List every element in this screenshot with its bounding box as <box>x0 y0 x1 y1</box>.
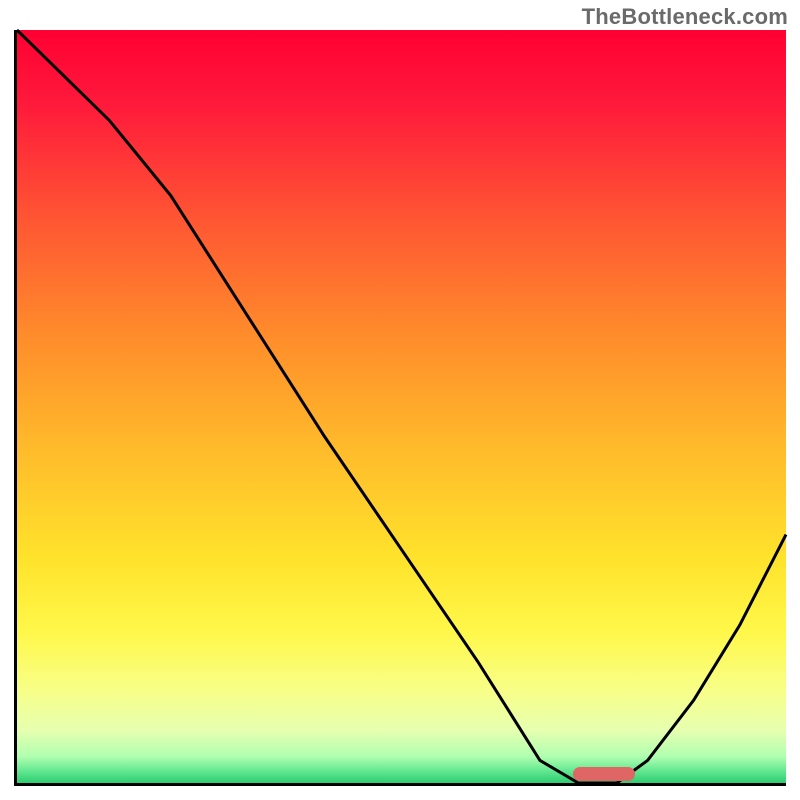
optimal-range-marker <box>573 767 635 781</box>
bottleneck-curve <box>17 30 786 783</box>
watermark-text: TheBottleneck.com <box>582 4 788 30</box>
chart-plot-area <box>14 30 786 786</box>
chart-line-layer <box>17 30 786 783</box>
